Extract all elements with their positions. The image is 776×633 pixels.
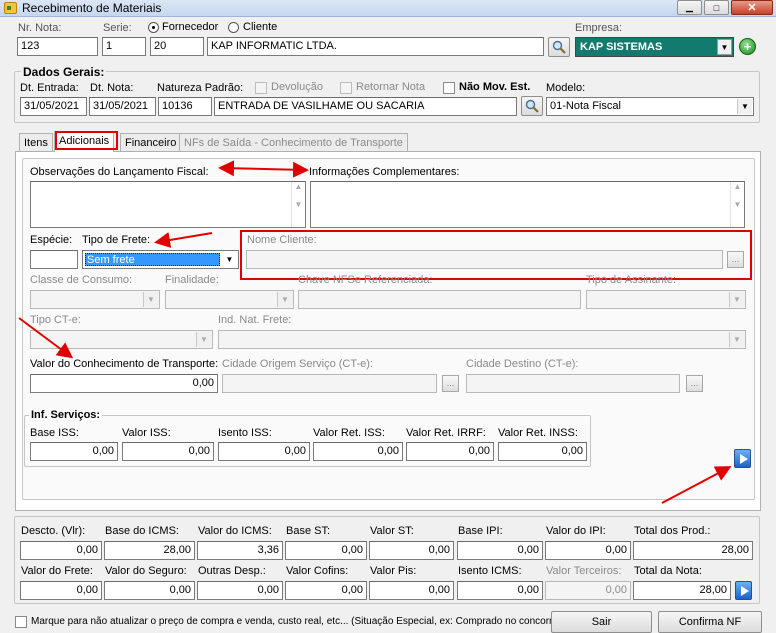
base-ipi-label: Base IPI: [458,525,503,537]
sair-button[interactable]: Sair [551,611,652,633]
total-nota-label: Total da Nota: [634,565,702,577]
descto-label: Descto. (Vlr): [21,525,86,537]
total-nota-details-button[interactable] [735,581,752,600]
valor-st-label: Valor ST: [370,525,414,537]
valor-pis-input[interactable]: 0,00 [369,581,454,600]
isento-icms-input[interactable]: 0,00 [457,581,543,600]
outras-desp-input[interactable]: 0,00 [197,581,283,600]
confirma-nf-button[interactable]: Confirma NF [658,611,762,633]
base-st-label: Base ST: [286,525,331,537]
annotation-arrow [18,160,732,504]
valor-frete-label: Valor do Frete: [21,565,93,577]
base-ipi-input[interactable]: 0,00 [457,541,543,560]
valor-ipi-input[interactable]: 0,00 [545,541,631,560]
descto-input[interactable]: 0,00 [20,541,102,560]
total-nota-input[interactable]: 28,00 [633,581,731,600]
base-icms-input[interactable]: 28,00 [104,541,195,560]
isento-icms-label: Isento ICMS: [458,565,522,577]
outras-desp-label: Outras Desp.: [198,565,266,577]
valor-icms-label: Valor do ICMS: [198,525,272,537]
valor-terceiros-input[interactable]: 0,00 [545,581,631,600]
valor-cofins-label: Valor Cofins: [286,565,349,577]
valor-seguro-label: Valor do Seguro: [105,565,187,577]
nao-atualizar-preco-checkbox[interactable] [15,616,27,628]
base-st-input[interactable]: 0,00 [285,541,367,560]
valor-cofins-input[interactable]: 0,00 [285,581,367,600]
valor-terceiros-label: Valor Terceiros: [546,565,622,577]
valor-icms-input[interactable]: 3,36 [197,541,283,560]
valor-ipi-label: Valor do IPI: [546,525,606,537]
annotation-box-tab [55,131,118,150]
valor-pis-label: Valor Pis: [370,565,417,577]
nao-atualizar-preco-label: Marque para não atualizar o preço de com… [31,616,576,627]
valor-st-input[interactable]: 0,00 [369,541,454,560]
base-icms-label: Base do ICMS: [105,525,179,537]
valor-frete-input[interactable]: 0,00 [20,581,102,600]
valor-seguro-input[interactable]: 0,00 [104,581,195,600]
total-prod-input[interactable]: 28,00 [633,541,753,560]
total-prod-label: Total dos Prod.: [634,525,711,537]
